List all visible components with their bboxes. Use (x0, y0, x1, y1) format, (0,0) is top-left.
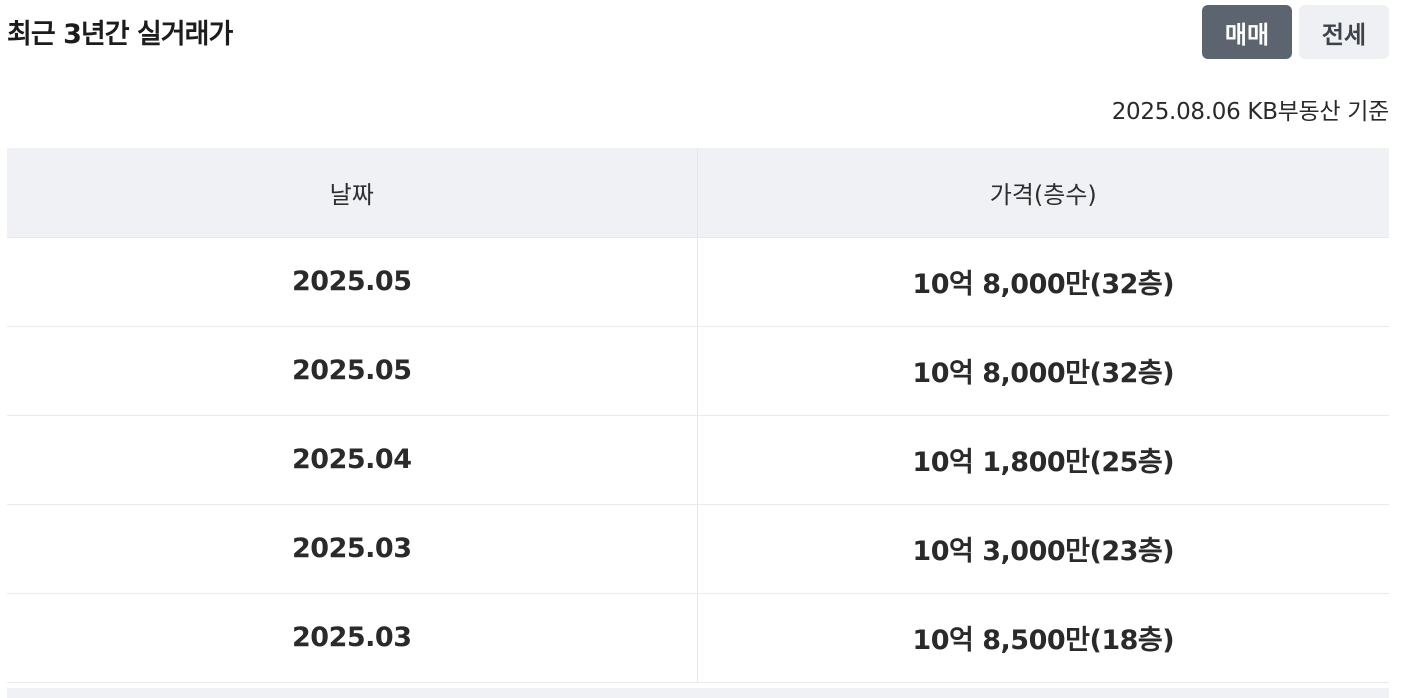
cell-price: 10억 3,000만(23층) (697, 504, 1389, 594)
table-row: 2025.05 10억 8,000만(32층) (7, 237, 1389, 327)
table-row: 2025.04 10억 1,800만(25층) (7, 415, 1389, 505)
table-row: 2025.05 10억 8,000만(32층) (7, 326, 1389, 416)
table-header: 날짜 가격(층수) (7, 148, 1389, 238)
cell-price: 10억 8,000만(32층) (697, 237, 1389, 327)
cell-date: 2025.03 (7, 593, 698, 683)
column-header-date: 날짜 (7, 148, 698, 238)
cell-date: 2025.04 (7, 415, 698, 505)
cell-price: 10억 8,500만(18층) (697, 593, 1389, 683)
data-basis-note: 2025.08.06 KB부동산 기준 (1111, 99, 1390, 125)
table-body: 2025.05 10억 8,000만(32층) 2025.05 10억 8,00… (7, 237, 1389, 683)
transaction-table: 날짜 가격(층수) 2025.05 10억 8,000만(32층) 2025.0… (7, 148, 1389, 683)
cell-date: 2025.05 (7, 326, 698, 416)
table-header-row: 날짜 가격(층수) (7, 148, 1389, 238)
table-footer-strip (7, 688, 1389, 698)
real-transaction-price-panel: 최근 3년간 실거래가 매매 전세 2025.08.06 KB부동산 기준 날짜… (0, 0, 1404, 698)
tab-sale[interactable]: 매매 (1202, 5, 1292, 59)
tab-jeonse[interactable]: 전세 (1299, 5, 1389, 59)
cell-price: 10억 8,000만(32층) (697, 326, 1389, 416)
cell-price: 10억 1,800만(25층) (697, 415, 1389, 505)
column-header-price: 가격(층수) (697, 148, 1389, 238)
cell-date: 2025.05 (7, 237, 698, 327)
table-row: 2025.03 10억 8,500만(18층) (7, 593, 1389, 683)
section-title: 최근 3년간 실거래가 (7, 19, 233, 50)
transaction-type-tabs: 매매 전세 (1202, 5, 1389, 59)
cell-date: 2025.03 (7, 504, 698, 594)
table-row: 2025.03 10억 3,000만(23층) (7, 504, 1389, 594)
